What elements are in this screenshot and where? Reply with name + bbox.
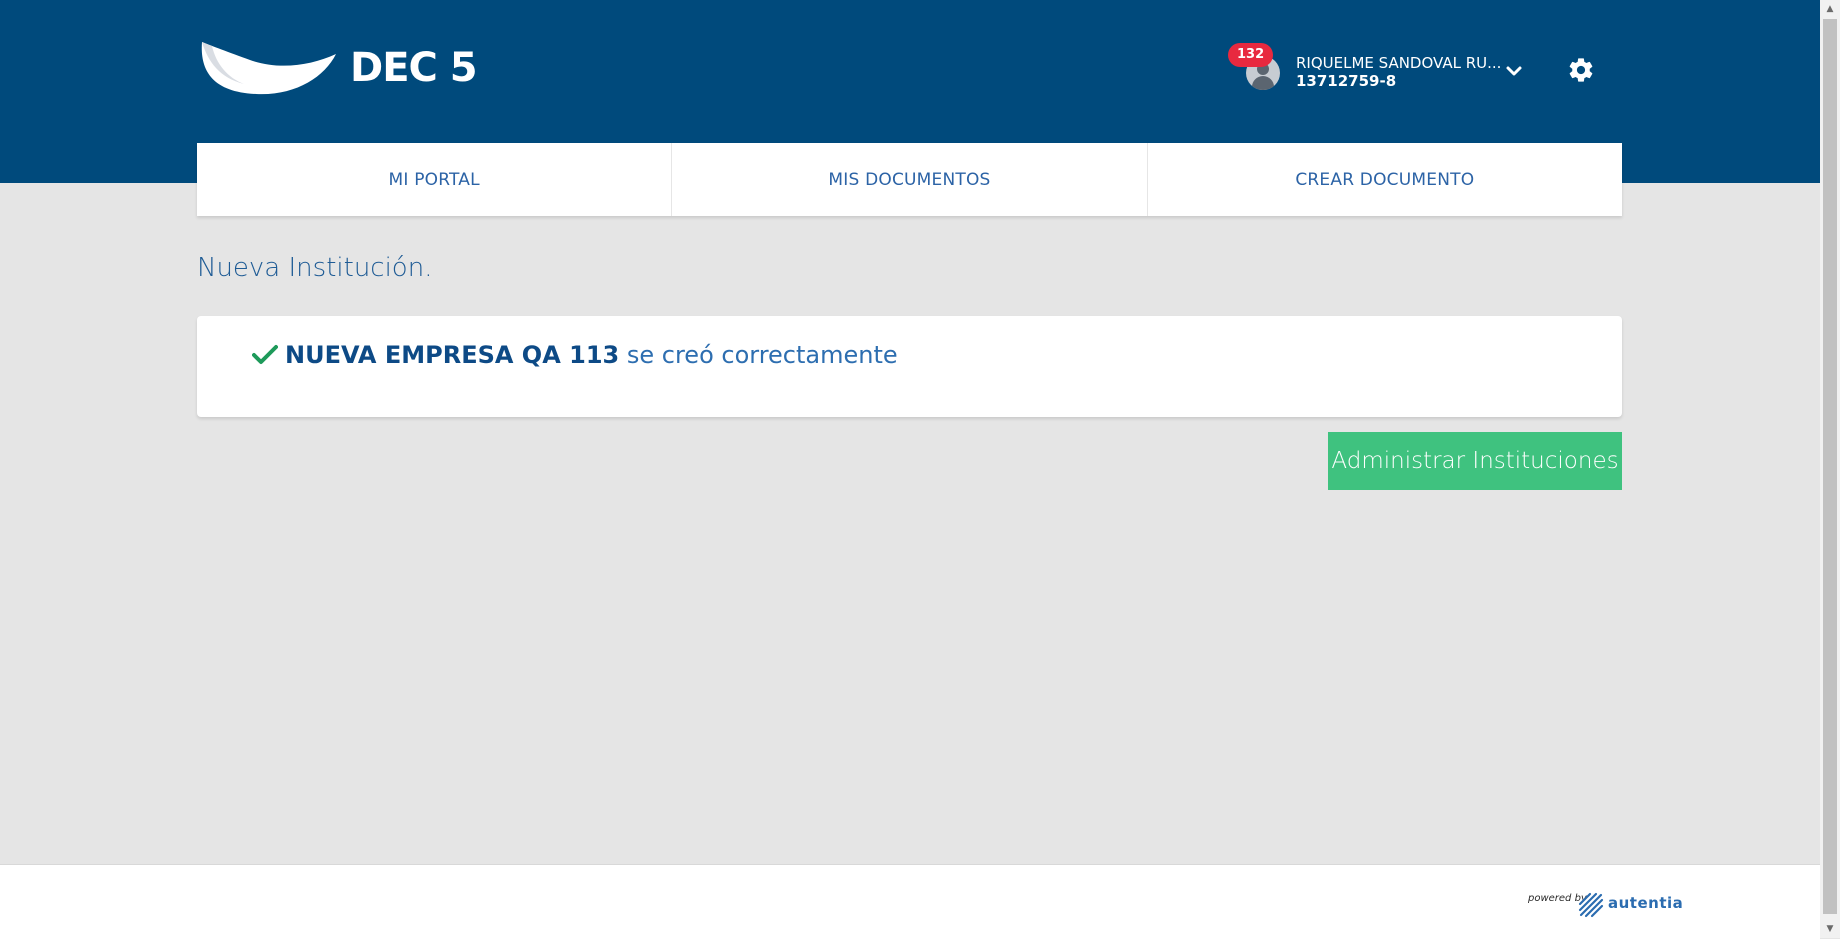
manage-institutions-button[interactable]: Administrar Instituciones	[1328, 432, 1622, 490]
dec5-logo[interactable]: DEC 5	[198, 38, 478, 98]
chevron-down-icon[interactable]	[1503, 60, 1525, 82]
autentia-logo-icon	[1578, 892, 1604, 918]
notification-badge[interactable]: 132	[1228, 43, 1274, 67]
user-name: RIQUELME SANDOVAL RU...	[1296, 54, 1502, 72]
main-nav: MI PORTAL MIS DOCUMENTOS CREAR DOCUMENTO	[197, 143, 1622, 216]
page-title: Nueva Institución.	[197, 253, 433, 283]
avatar-body-shape	[1252, 76, 1274, 90]
tab-crear-documento[interactable]: CREAR DOCUMENTO	[1146, 143, 1622, 216]
success-message-card: NUEVA EMPRESA QA 113 se creó correctamen…	[197, 316, 1622, 417]
institution-name: NUEVA EMPRESA QA 113	[285, 341, 620, 369]
autentia-brand[interactable]: autentia	[1608, 894, 1683, 912]
success-message: NUEVA EMPRESA QA 113 se creó correctamen…	[285, 341, 898, 369]
scroll-thumb[interactable]	[1823, 19, 1837, 914]
gear-icon[interactable]	[1567, 56, 1595, 84]
scroll-up-arrow-icon[interactable]: ▲	[1820, 0, 1840, 18]
vertical-scrollbar[interactable]: ▲ ▼	[1820, 0, 1840, 938]
scroll-down-arrow-icon[interactable]: ▼	[1820, 920, 1840, 938]
logo-text: DEC 5	[350, 45, 478, 91]
tab-mis-documentos[interactable]: MIS DOCUMENTOS	[671, 143, 1146, 216]
user-id: 13712759-8	[1296, 72, 1397, 90]
logo-leaf-icon	[201, 42, 336, 95]
check-icon	[252, 345, 278, 364]
tab-mi-portal[interactable]: MI PORTAL	[197, 143, 671, 216]
footer: powered by autentia	[0, 864, 1820, 939]
success-message-suffix: se creó correctamente	[619, 341, 898, 369]
user-menu[interactable]: 132 RIQUELME SANDOVAL RU... 13712759-8	[1228, 43, 1536, 96]
